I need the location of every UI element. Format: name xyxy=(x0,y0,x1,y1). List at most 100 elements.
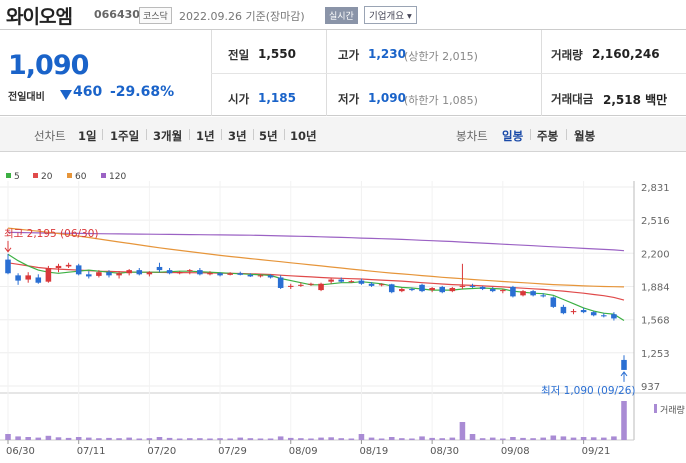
tab-divider xyxy=(146,129,147,140)
volume-bar xyxy=(550,435,557,440)
period-tab-1w[interactable]: 1주일 xyxy=(110,128,139,144)
trade-value: 2,518 백만 xyxy=(603,93,668,107)
candle-body xyxy=(257,275,264,277)
y-tick-label: 1,568 xyxy=(641,316,670,327)
change-amount: 460 xyxy=(73,84,103,100)
candle-chart-label[interactable]: 봉차트 xyxy=(456,128,488,144)
legend-swatch-60 xyxy=(67,173,72,178)
volume-bar xyxy=(469,434,476,440)
period-tab-1y[interactable]: 1년 xyxy=(196,128,215,144)
candle-body xyxy=(267,275,274,278)
down-arrow-icon xyxy=(60,90,72,100)
candle-body xyxy=(429,287,435,291)
volume-bar xyxy=(318,437,324,440)
candle-body xyxy=(65,264,72,267)
candle-body xyxy=(237,273,244,275)
line-chart-label[interactable]: 선차트 xyxy=(34,128,66,144)
tab-divider xyxy=(566,129,567,140)
candle-body xyxy=(86,274,92,277)
tab-divider xyxy=(189,129,190,140)
legend-label-5: 5 xyxy=(14,172,20,182)
candle-body xyxy=(469,285,476,287)
y-tick-label: 2,200 xyxy=(641,249,670,260)
volume-bar xyxy=(35,437,42,440)
volume-bar xyxy=(560,436,567,440)
tab-divider xyxy=(284,129,285,140)
candle-body xyxy=(186,270,193,272)
candle-body xyxy=(510,286,516,297)
volume-bar xyxy=(197,438,203,440)
change-rate: -29.68% xyxy=(110,84,175,100)
volume-bar xyxy=(257,438,264,440)
candle-body xyxy=(459,285,466,287)
volume-bar xyxy=(267,438,274,440)
x-tick-label: 06/30 xyxy=(6,446,35,457)
candle-body xyxy=(611,314,617,319)
volume-bar xyxy=(530,438,536,440)
candle-body xyxy=(277,277,284,288)
candle-body xyxy=(308,283,314,285)
high-value: 1,230 xyxy=(368,47,406,61)
lower-limit: (하한가 1,085) xyxy=(404,94,478,107)
candle-body xyxy=(176,272,183,274)
tab-divider xyxy=(221,129,222,140)
x-tick-label: 08/19 xyxy=(359,446,388,457)
volume-bar xyxy=(419,436,425,440)
volume-bar xyxy=(409,438,415,440)
candle-body xyxy=(45,268,52,282)
volume-bar xyxy=(186,438,193,440)
candle-body xyxy=(368,283,375,286)
volume-bar xyxy=(449,437,456,440)
period-tab-3m[interactable]: 3개월 xyxy=(153,128,182,144)
x-tick-label: 08/30 xyxy=(430,446,459,457)
candle-body xyxy=(399,289,405,292)
candle-body xyxy=(136,270,143,275)
candle-body xyxy=(601,315,607,317)
tab-divider xyxy=(530,129,531,140)
period-tab-5y[interactable]: 5년 xyxy=(259,128,278,144)
tab-divider xyxy=(102,129,103,140)
volume-bar xyxy=(439,438,446,440)
candle-body xyxy=(227,273,233,275)
legend-swatch-5 xyxy=(6,173,11,178)
volume-bar xyxy=(489,437,496,440)
current-price: 1,090 xyxy=(8,50,89,81)
candle-body xyxy=(197,270,203,275)
x-tick-label: 07/11 xyxy=(77,446,106,457)
volume-bar xyxy=(86,437,92,440)
volume-bar xyxy=(55,437,62,440)
volume-bar xyxy=(621,401,627,440)
period-tab-1d[interactable]: 1일 xyxy=(78,128,97,144)
candle-tab-daily[interactable]: 일봉 xyxy=(502,128,523,144)
candle-body xyxy=(550,297,557,307)
price-chart[interactable]: 5 20 60 120 2,831 2,516 2,200 1,884 1,568 1,253 93… xyxy=(0,165,686,463)
realtime-button[interactable]: 실시간 xyxy=(325,7,358,24)
candle-body xyxy=(328,279,334,282)
period-tab-3y[interactable]: 3년 xyxy=(228,128,247,144)
candle-body xyxy=(500,290,506,292)
volume-legend-label: 거래량 xyxy=(660,404,685,416)
candle-tab-monthly[interactable]: 월봉 xyxy=(574,128,595,144)
candle-body xyxy=(35,277,42,283)
high-arrow-icon xyxy=(4,240,12,253)
candle-body xyxy=(570,311,577,313)
candle-body xyxy=(358,280,365,284)
candle-body xyxy=(489,289,496,292)
candle-body xyxy=(106,272,112,276)
volume-bar xyxy=(368,437,375,440)
period-tab-10y[interactable]: 10년 xyxy=(290,128,317,144)
candle-body xyxy=(146,272,153,275)
volume-bar xyxy=(540,437,546,440)
y-tick-label: 937 xyxy=(641,382,660,393)
company-overview-dropdown[interactable]: 기업개요 ▾ xyxy=(364,6,417,24)
volume-bar xyxy=(328,437,334,440)
volume-bar xyxy=(611,436,617,440)
candle-body xyxy=(540,295,546,297)
low-value: 1,090 xyxy=(368,91,406,105)
y-tick-label: 1,884 xyxy=(641,283,670,294)
candle-tab-weekly[interactable]: 주봉 xyxy=(537,128,558,144)
volume-bar xyxy=(146,438,153,440)
candle-body xyxy=(287,285,294,287)
volume-legend-swatch xyxy=(654,404,657,413)
volume-label: 거래량 xyxy=(551,48,583,62)
